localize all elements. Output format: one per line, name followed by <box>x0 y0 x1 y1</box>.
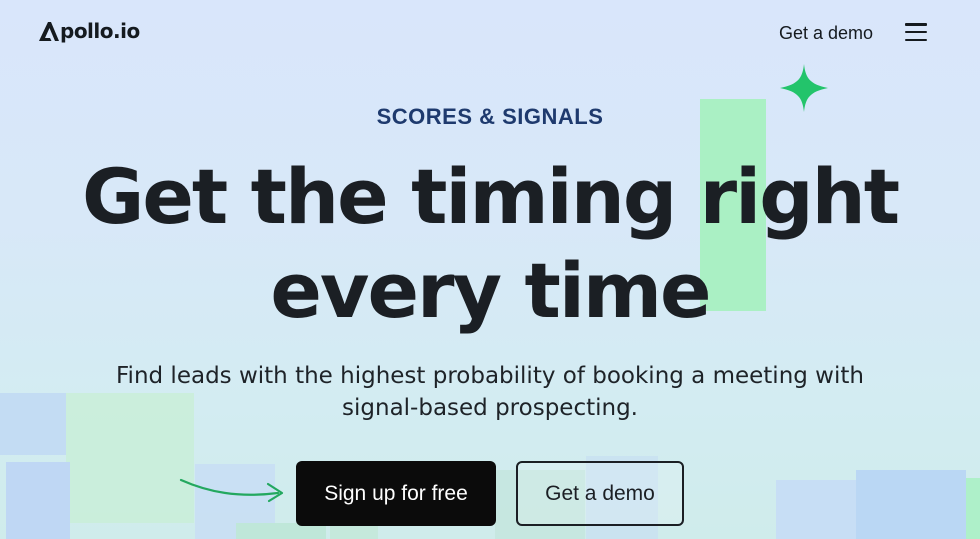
decorative-block <box>776 480 856 539</box>
hamburger-menu-icon[interactable] <box>905 22 931 42</box>
decorative-block <box>856 470 966 539</box>
eyebrow-label: SCORES & SIGNALS <box>376 104 604 129</box>
sign-up-free-button[interactable]: Sign up for free <box>296 461 496 526</box>
apollo-logo-icon <box>39 22 59 41</box>
subhead-line-2: signal-based prospecting. <box>342 395 638 421</box>
logo-text: pollo.io <box>60 19 140 43</box>
curved-arrow-icon <box>179 478 284 503</box>
menu-line <box>905 30 927 34</box>
hero-subheading: Find leads with the highest probability … <box>60 360 920 424</box>
hero-headline: Get the timing right every time <box>0 150 980 338</box>
headline-line-1: Get the timing right <box>81 152 900 241</box>
decorative-block <box>6 462 70 539</box>
decorative-block <box>0 393 66 455</box>
subhead-line-1: Find leads with the highest probability … <box>116 363 864 389</box>
apollo-logo[interactable]: pollo.io <box>38 16 140 46</box>
decorative-block <box>966 478 980 539</box>
landing-page: pollo.io Get a demo SCORES & SIGNALS Get… <box>0 0 980 539</box>
menu-line <box>905 38 927 41</box>
get-demo-button[interactable]: Get a demo <box>516 461 684 526</box>
site-header: pollo.io Get a demo <box>0 0 980 64</box>
headline-line-2: every time <box>270 246 711 335</box>
nav-get-demo-link[interactable]: Get a demo <box>779 21 873 45</box>
decorative-block <box>330 525 378 539</box>
menu-line <box>905 23 927 26</box>
